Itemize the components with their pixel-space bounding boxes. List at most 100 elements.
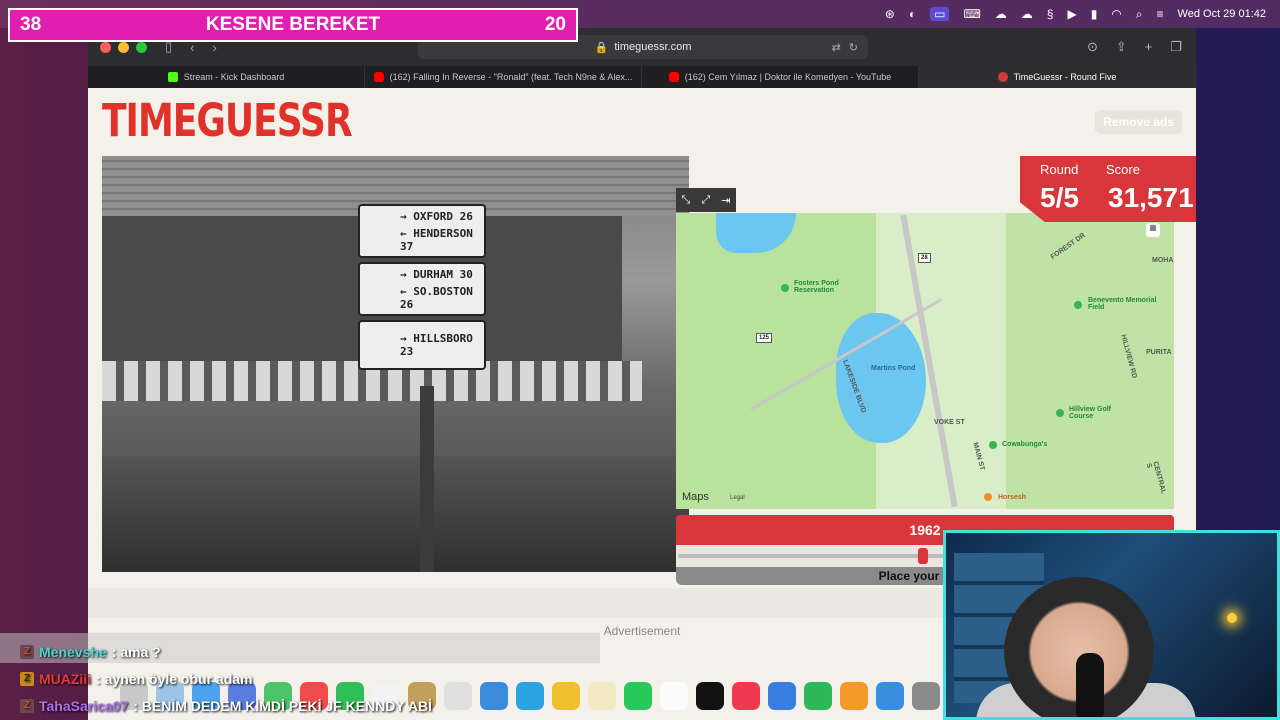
zoom-window-button[interactable] <box>136 41 147 53</box>
system-settings-icon[interactable] <box>912 682 940 710</box>
site-logo[interactable]: TIMEGUESSR <box>102 96 353 147</box>
round-value: 5/5 <box>1040 182 1079 213</box>
extension-icon[interactable]: ⊛ <box>885 8 895 20</box>
youtube-icon <box>668 72 679 82</box>
map-label: Cowabunga's <box>1002 441 1048 448</box>
tab-falling-in-reverse[interactable]: (162) Falling In Reverse - "Ronald" (fea… <box>365 66 642 88</box>
road-label: VOKE ST <box>934 419 965 426</box>
keynote-icon[interactable] <box>768 682 796 710</box>
tab-label: TimeGuessr - Round Five <box>1013 72 1117 82</box>
cloud2-icon[interactable]: ☁ <box>1021 8 1033 20</box>
translate-icon[interactable]: ⇄ <box>832 41 841 54</box>
menubar-clock[interactable]: Wed Oct 29 01:42 <box>1178 8 1266 20</box>
goal-left-count: 38 <box>20 14 42 35</box>
chat-username: Menevshe <box>39 643 107 660</box>
sub-badge-icon: Z <box>20 671 34 686</box>
sign-line: → OXFORD 26 <box>400 209 473 223</box>
play-icon[interactable]: ▶ <box>1067 8 1076 20</box>
map-type-icon[interactable]: ▦ <box>1146 223 1160 237</box>
chat-text: : BENİM DEDEM KİMDİ PEKİ JF KENNDY ABİ <box>133 697 432 714</box>
photo-road-signs: → OXFORD 26 ← HENDERSON 37 → DURHAM 30 ←… <box>358 204 486 370</box>
search-icon[interactable]: ⌕ <box>1136 8 1143 20</box>
route-28-shield: 28 <box>918 253 931 263</box>
url-text: timeguessr.com <box>614 41 692 53</box>
route-125-shield: 125 <box>756 333 773 343</box>
share-icon[interactable]: ⇪ <box>1116 39 1127 55</box>
sign-line: → DURHAM 30 <box>400 267 473 281</box>
shrink-map-icon[interactable]: ⤢ <box>701 194 710 207</box>
lock-icon: 🔒 <box>594 41 609 54</box>
keyboard-icon[interactable]: ⌨ <box>963 8 980 20</box>
expand-map-icon[interactable]: ⤡ <box>682 194 691 207</box>
stream-chat: Z Menevshe : ama ? Z MUAZiii : aynen öyl… <box>20 638 600 719</box>
poi-marker[interactable] <box>1056 409 1064 417</box>
music-icon[interactable] <box>732 682 760 710</box>
webcam-lamp <box>1227 613 1237 623</box>
kick-badge-icon: Z <box>20 698 34 713</box>
cloud-icon[interactable]: ☁ <box>995 8 1007 20</box>
road-label: MOHA <box>1152 257 1174 264</box>
tab-label: (162) Falling In Reverse - "Ronald" (fea… <box>389 72 633 82</box>
tab-bar: Stream - Kick Dashboard (162) Falling In… <box>88 66 1196 88</box>
freeform-icon[interactable] <box>660 682 688 710</box>
youtube-icon <box>373 72 384 82</box>
webcam-microphone <box>1076 653 1104 717</box>
road-sign: → DURHAM 30 ← SO.BOSTON 26 <box>358 262 486 316</box>
remove-ads-button[interactable]: Remove ads <box>1095 110 1182 134</box>
chat-username: MUAZiii <box>39 670 92 687</box>
round-label: Round <box>1040 162 1079 177</box>
wifi-icon[interactable]: ◠ <box>1111 8 1121 20</box>
close-window-button[interactable] <box>100 41 111 53</box>
pin-map-icon[interactable]: ⇥ <box>721 194 730 207</box>
road-sign: → OXFORD 26 ← HENDERSON 37 <box>358 204 486 258</box>
round-photo[interactable]: → OXFORD 26 ← HENDERSON 37 → DURHAM 30 ←… <box>102 156 689 572</box>
downloads-icon[interactable]: ⊙ <box>1087 39 1098 55</box>
poi-marker[interactable] <box>989 441 997 449</box>
tab-label: Stream - Kick Dashboard <box>183 72 285 82</box>
sign-line: ← SO.BOSTON 26 <box>400 284 473 311</box>
screen-share-icon[interactable]: ▭ <box>930 7 950 21</box>
guess-map[interactable]: 28 125 Fosters Pond Reservation Martins … <box>676 213 1174 509</box>
road-label: MAIN ST <box>971 441 986 472</box>
battery-icon[interactable]: ▮ <box>1091 8 1098 20</box>
script-icon[interactable]: § <box>1047 8 1054 20</box>
year-slider-handle[interactable] <box>918 548 928 564</box>
apple-maps-logo: Maps <box>682 491 709 503</box>
map-legal-link[interactable]: Legal <box>730 495 745 501</box>
sign-line: ← HENDERSON 37 <box>400 226 473 253</box>
window-controls <box>100 41 147 53</box>
score-value: 31,571 <box>1108 182 1194 213</box>
tab-overview-icon[interactable]: ❐ <box>1170 39 1182 55</box>
reload-icon[interactable]: ↻ <box>849 41 858 54</box>
minimize-window-button[interactable] <box>118 41 129 53</box>
apple-tv-icon[interactable] <box>696 682 724 710</box>
kick-badge-icon: Z <box>20 644 34 659</box>
maps-brand: Maps <box>682 491 709 503</box>
map-label: Horsesh <box>998 494 1027 501</box>
poi-marker[interactable] <box>781 284 789 292</box>
poi-marker[interactable] <box>984 493 992 501</box>
obs-icon[interactable]: ◐ <box>909 8 916 20</box>
map-label: Hillview Golf Course <box>1069 406 1112 420</box>
pages-icon[interactable] <box>840 682 868 710</box>
new-tab-icon[interactable]: + <box>1145 39 1153 55</box>
poi-marker[interactable] <box>1074 301 1082 309</box>
whatsapp-icon[interactable] <box>624 682 652 710</box>
tab-timeguessr[interactable]: TimeGuessr - Round Five <box>919 66 1196 88</box>
map-label: Fosters Pond Reservation <box>794 280 839 294</box>
goal-title: KESENE BEREKET <box>205 14 381 35</box>
chat-message: Z TahaSarica07 : BENİM DEDEM KİMDİ PEKİ … <box>20 692 600 719</box>
numbers-icon[interactable] <box>804 682 832 710</box>
timeguessr-icon <box>997 72 1008 82</box>
tab-cem-yilmaz[interactable]: (162) Cem Yılmaz | Doktor ile Komedyen -… <box>642 66 919 88</box>
tab-kick-dashboard[interactable]: Stream - Kick Dashboard <box>88 66 365 88</box>
goal-right-count: 20 <box>544 14 566 35</box>
app-store-icon[interactable] <box>876 682 904 710</box>
control-center-icon[interactable]: ≡ <box>1157 8 1164 20</box>
map-label: Martins Pond <box>871 365 916 372</box>
score-card: Round Score 5/5 31,571 <box>1020 156 1196 222</box>
map-label: Benevento Memorial Field <box>1088 297 1157 311</box>
photo-sign-pole <box>420 386 434 572</box>
photo-crowd <box>102 456 689 572</box>
chat-message: Z Menevshe : ama ? <box>20 638 600 665</box>
